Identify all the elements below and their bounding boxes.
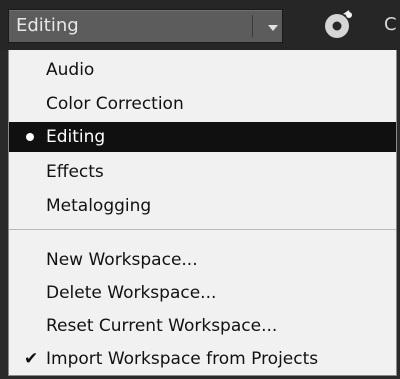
menu-item-label: Import Workspace from Projects bbox=[46, 349, 319, 369]
dropdown-divider bbox=[252, 15, 253, 37]
menu-item-label: Audio bbox=[46, 60, 95, 80]
workspace-toolbar: Editing C bbox=[0, 0, 400, 50]
checkmark-icon: ✔ bbox=[24, 349, 39, 369]
workspace-menu: Audio Color Correction Editing Effects M… bbox=[8, 50, 397, 376]
menu-item-metalogging[interactable]: Metalogging bbox=[9, 191, 396, 221]
menu-item-label: Effects bbox=[46, 162, 104, 182]
selected-bullet-icon bbox=[26, 133, 34, 141]
workspace-dropdown[interactable]: Editing bbox=[8, 9, 283, 43]
menu-item-editing[interactable]: Editing bbox=[9, 122, 396, 152]
chevron-down-icon[interactable] bbox=[268, 25, 278, 31]
menu-item-label: Color Correction bbox=[46, 94, 184, 114]
menu-item-label: Editing bbox=[46, 127, 106, 147]
menu-item-effects[interactable]: Effects bbox=[9, 157, 396, 187]
menu-item-reset-current-workspace[interactable]: Reset Current Workspace... bbox=[9, 311, 396, 341]
menu-item-color-correction[interactable]: Color Correction bbox=[9, 89, 396, 119]
clipped-toolbar-text: C bbox=[384, 14, 397, 35]
menu-divider bbox=[9, 229, 396, 230]
menu-item-import-workspace[interactable]: ✔ Import Workspace from Projects bbox=[9, 344, 396, 374]
menu-item-label: Reset Current Workspace... bbox=[46, 316, 278, 336]
settings-gear-icon[interactable] bbox=[322, 9, 354, 41]
menu-item-delete-workspace[interactable]: Delete Workspace... bbox=[9, 278, 396, 308]
menu-item-label: Delete Workspace... bbox=[46, 283, 217, 303]
menu-item-audio[interactable]: Audio bbox=[9, 55, 396, 85]
menu-item-label: Metalogging bbox=[46, 196, 152, 216]
menu-item-new-workspace[interactable]: New Workspace... bbox=[9, 245, 396, 275]
menu-item-label: New Workspace... bbox=[46, 250, 198, 270]
workspace-dropdown-value: Editing bbox=[16, 15, 79, 36]
